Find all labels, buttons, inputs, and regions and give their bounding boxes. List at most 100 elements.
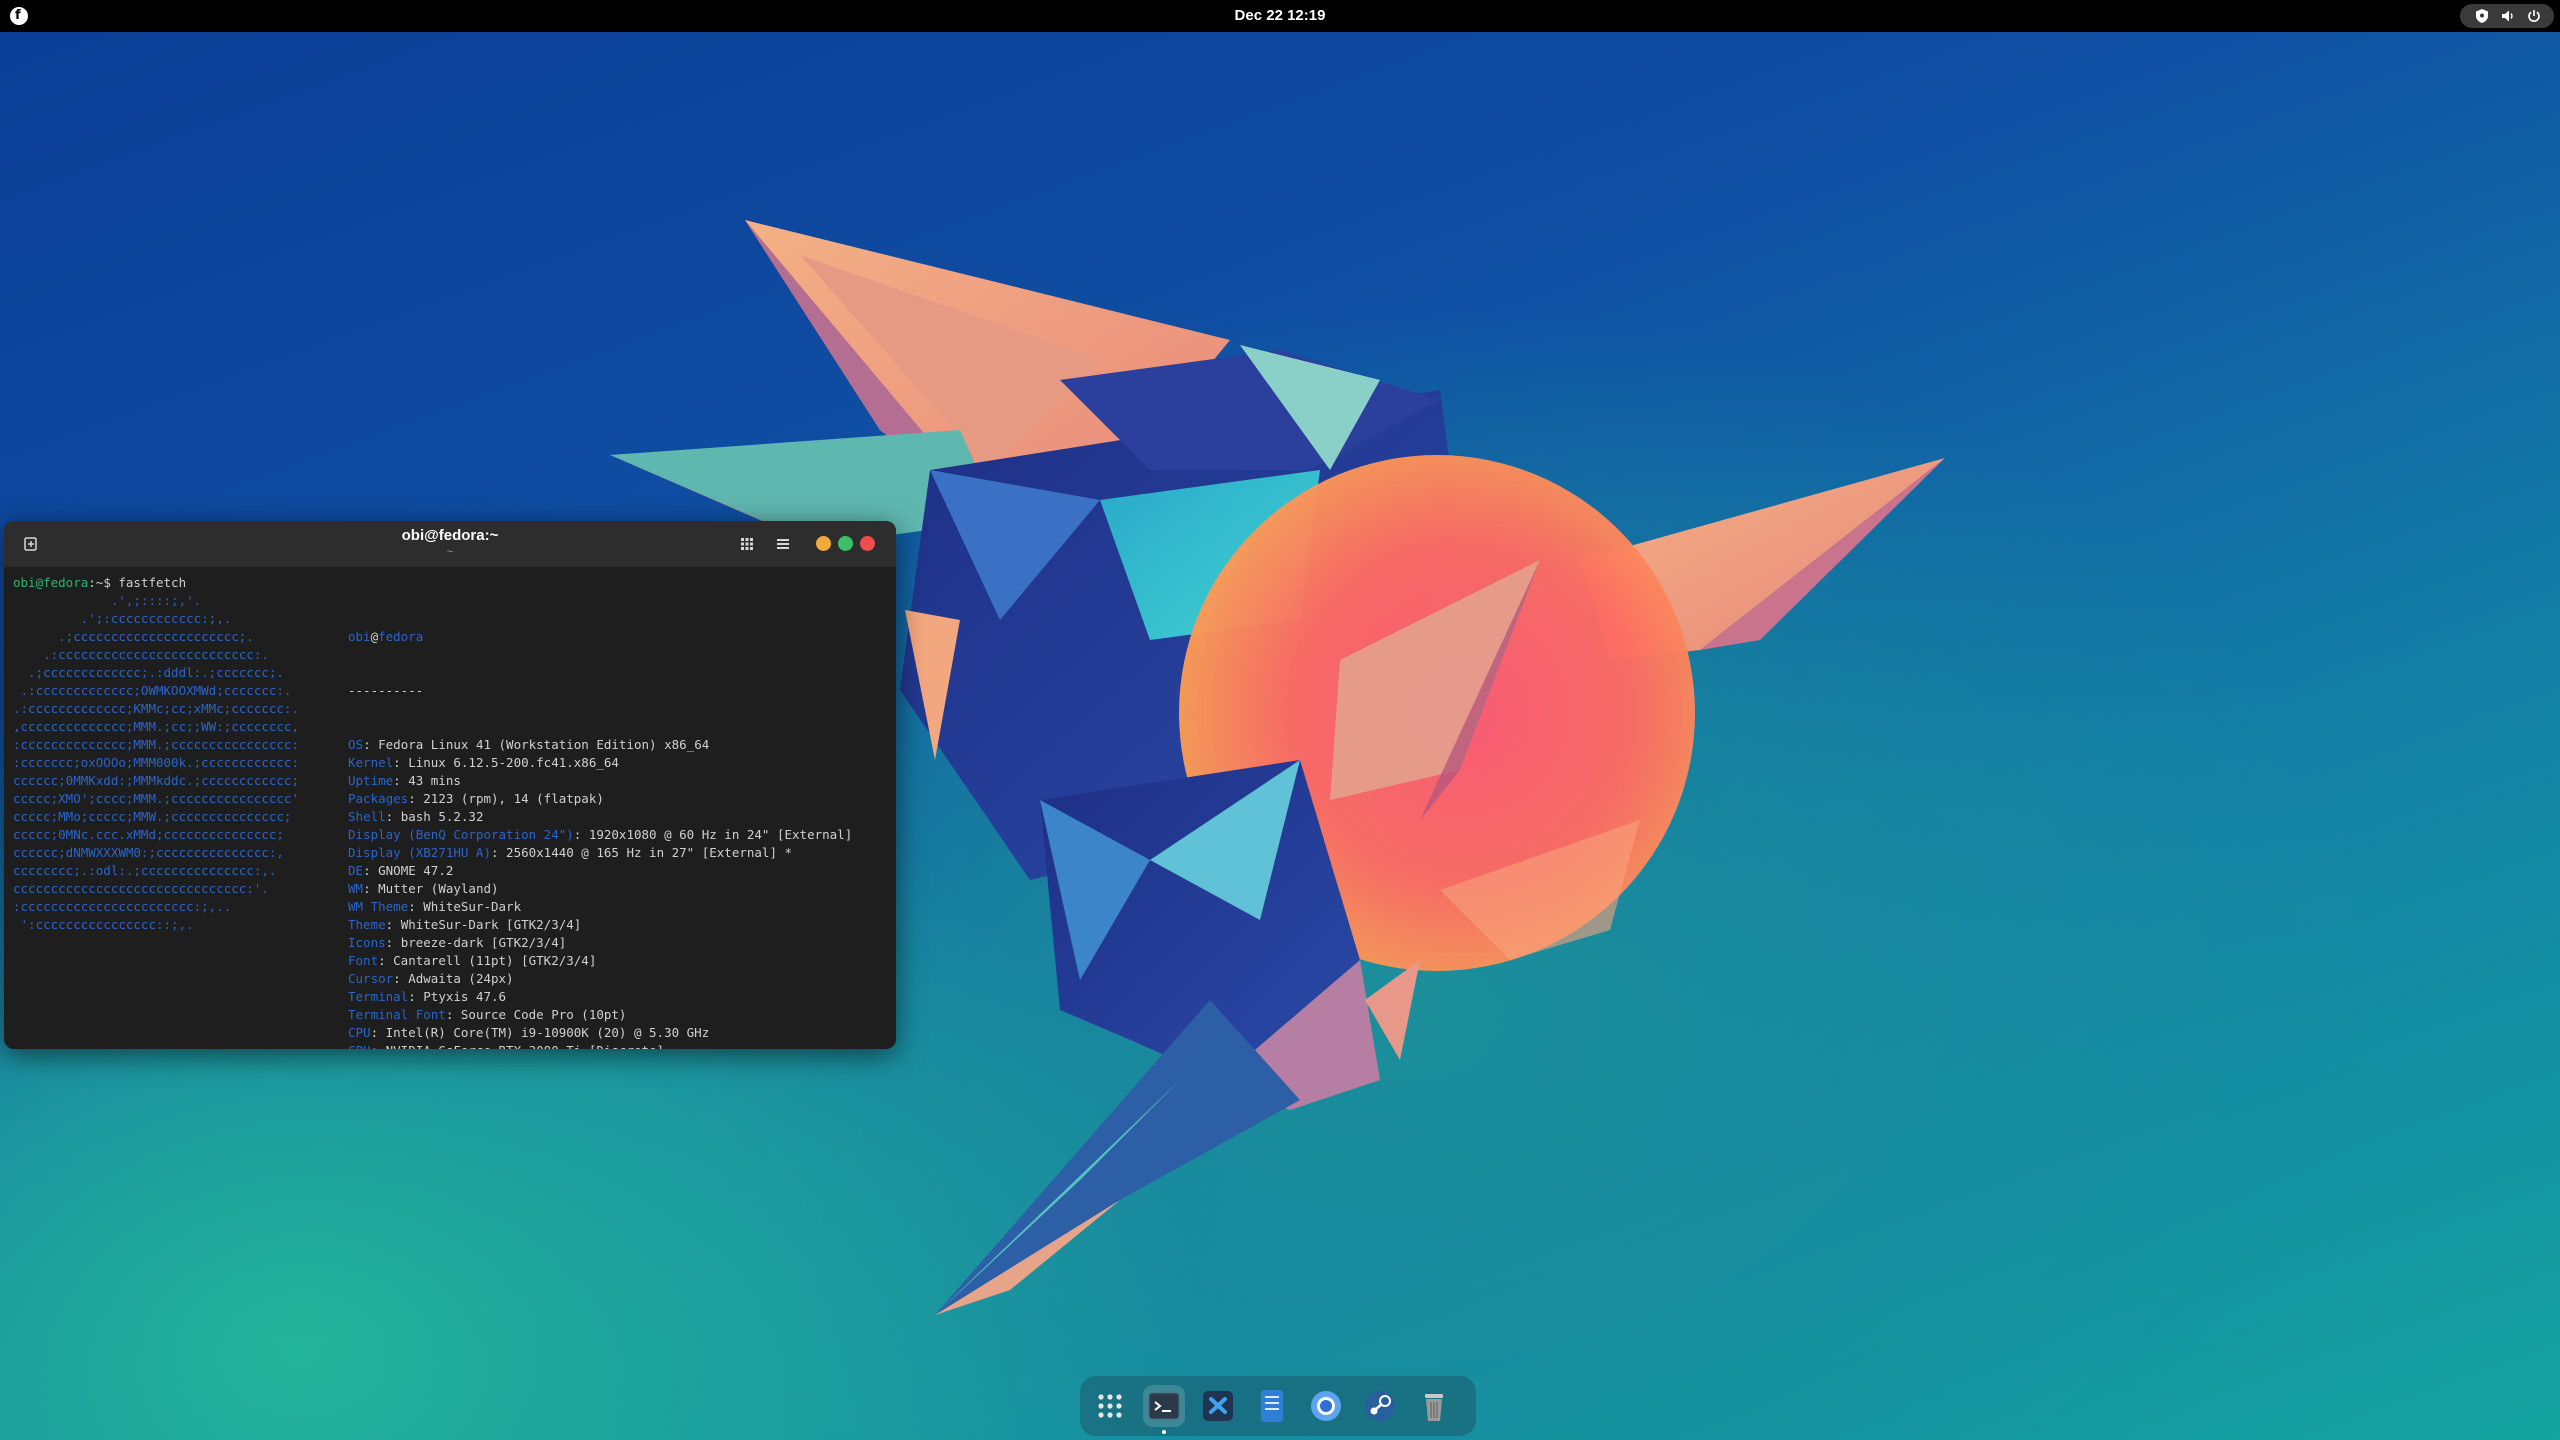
top-bar: f Dec 22 12:19	[0, 0, 2560, 32]
info-row: WM: Mutter (Wayland)	[348, 880, 852, 898]
info-key: WM	[348, 881, 364, 896]
tab-overview-icon[interactable]	[738, 535, 756, 553]
info-host: fedora	[378, 629, 424, 644]
info-row: Theme: WhiteSur-Dark [GTK2/3/4]	[348, 916, 852, 934]
info-key: Packages	[348, 791, 409, 806]
info-value: : Adwaita (24px)	[393, 971, 514, 986]
info-key: Display (XB271HU A)	[348, 845, 491, 860]
logo-line: .:ccccccccccccc;OWMKOOXMWd;ccccccc:.	[13, 683, 292, 698]
minimize-button[interactable]	[816, 536, 831, 551]
info-row: Packages: 2123 (rpm), 14 (flatpak)	[348, 790, 852, 808]
logo-line: ,cccccccccccccc;MMM.;cc;;WW:;cccccccc,	[13, 719, 299, 734]
terminal-window[interactable]: obi@fedora:~ ~ obi@fedora:~$ fastfetch .…	[4, 521, 896, 1049]
files-icon[interactable]	[1251, 1385, 1293, 1427]
logo-line: ccccc;0MNc.ccc.xMMd;ccccccccccccccc;	[13, 827, 284, 842]
info-row: Display (BenQ Corporation 24"): 1920x108…	[348, 826, 852, 844]
info-key: DE	[348, 863, 364, 878]
command-text: fastfetch	[118, 575, 187, 590]
info-key: Terminal	[348, 989, 409, 1004]
trash-icon[interactable]	[1413, 1385, 1455, 1427]
info-key: CPU	[348, 1025, 371, 1040]
volume-icon	[2500, 8, 2516, 24]
info-value: : 2123 (rpm), 14 (flatpak)	[408, 791, 604, 806]
system-info: obi@fedora ---------- OS: Fedora Linux 4…	[348, 592, 852, 1049]
logo-line: .;cccccccccccccccccccccc;.	[13, 629, 254, 644]
window-subtitle: ~	[446, 546, 454, 558]
info-value: : breeze-dark [GTK2/3/4]	[385, 935, 567, 950]
info-value: : Mutter (Wayland)	[363, 881, 499, 896]
logo-line: :ccccccccccccccccccccccc:;,..	[13, 899, 232, 914]
logo-line: ccccc;MMo;ccccc;MMW.;ccccccccccccccc;	[13, 809, 292, 824]
logo-line: cccccc;dNMWXXXWM0:;ccccccccccccccc:,	[13, 845, 284, 860]
info-key: Icons	[348, 935, 386, 950]
shield-icon	[2474, 8, 2490, 24]
info-value: : Intel(R) Core(TM) i9-10900K (20) @ 5.3…	[370, 1025, 710, 1040]
info-row: Display (XB271HU A): 2560x1440 @ 165 Hz …	[348, 844, 852, 862]
info-key: WM Theme	[348, 899, 409, 914]
info-row: Uptime: 43 mins	[348, 772, 852, 790]
info-key: Terminal Font	[348, 1007, 446, 1022]
terminal-headerbar[interactable]: obi@fedora:~ ~	[4, 521, 896, 567]
clock-datetime[interactable]: Dec 22 12:19	[1235, 7, 1326, 24]
info-key: Shell	[348, 809, 386, 824]
info-separator: ----------	[348, 683, 424, 698]
info-key: Display (BenQ Corporation 24")	[348, 827, 574, 842]
info-value: : WhiteSur-Dark [GTK2/3/4]	[385, 917, 582, 932]
fedora-ascii-logo: .',;::::;,'. .';:cccccccccccc:;,. .;cccc…	[13, 592, 299, 934]
info-row: WM Theme: WhiteSur-Dark	[348, 898, 852, 916]
info-row: Cursor: Adwaita (24px)	[348, 970, 852, 988]
chromium-icon[interactable]	[1305, 1385, 1347, 1427]
logo-line: :cccccccccccccc;MMM.;cccccccccccccccc:	[13, 737, 299, 752]
logo-line: cccccccc;.:odl:.;ccccccccccccccc:,.	[13, 863, 277, 878]
info-value: : Ptyxis 47.6	[408, 989, 507, 1004]
info-value: : Fedora Linux 41 (Workstation Edition) …	[363, 737, 710, 752]
info-key: Theme	[348, 917, 386, 932]
info-value: : 43 mins	[393, 773, 461, 788]
info-row: Icons: breeze-dark [GTK2/3/4]	[348, 934, 852, 952]
hamburger-menu-icon[interactable]	[774, 535, 792, 553]
window-title: obi@fedora:~	[401, 527, 499, 544]
info-key: GPU	[348, 1043, 371, 1049]
fedora-logo-icon[interactable]: f	[10, 7, 28, 25]
prompt-user: obi@fedora	[13, 575, 89, 590]
info-at: @	[370, 629, 379, 644]
info-row: Kernel: Linux 6.12.5-200.fc41.x86_64	[348, 754, 852, 772]
logo-line: .:cccccccccccccccccccccccccc:.	[13, 647, 269, 662]
info-row: GPU: NVIDIA GeForce RTX 3080 Ti [Discret…	[348, 1042, 852, 1049]
vscode-icon[interactable]	[1197, 1385, 1239, 1427]
info-value: : WhiteSur-Dark	[408, 899, 522, 914]
prompt-line: obi@fedora:~$ fastfetch	[13, 574, 186, 592]
info-row: CPU: Intel(R) Core(TM) i9-10900K (20) @ …	[348, 1024, 852, 1042]
info-row: DE: GNOME 47.2	[348, 862, 852, 880]
steam-icon[interactable]	[1359, 1385, 1401, 1427]
logo-line: .';:cccccccccccc:;,.	[13, 611, 232, 626]
terminal-icon[interactable]	[1143, 1385, 1185, 1434]
info-value: : Linux 6.12.5-200.fc41.x86_64	[393, 755, 619, 770]
prompt-rest: :~$	[88, 575, 119, 590]
info-key: Font	[348, 953, 379, 968]
info-key: OS	[348, 737, 364, 752]
logo-line: ':cccccccccccccccc::;,.	[13, 917, 194, 932]
info-row: OS: Fedora Linux 41 (Workstation Edition…	[348, 736, 852, 754]
info-key: Uptime	[348, 773, 394, 788]
system-tray[interactable]	[2460, 4, 2554, 28]
info-row: Font: Cantarell (11pt) [GTK2/3/4]	[348, 952, 852, 970]
dock	[1080, 1376, 1476, 1436]
close-button[interactable]	[860, 536, 875, 551]
app-grid-icon[interactable]	[1089, 1385, 1131, 1427]
info-user: obi	[348, 629, 371, 644]
info-value: : 2560x1440 @ 165 Hz in 27" [External] *	[491, 845, 793, 860]
power-icon	[2526, 8, 2542, 24]
maximize-button[interactable]	[838, 536, 853, 551]
logo-line: .;ccccccccccccc;.:dddl:.;ccccccc;.	[13, 665, 284, 680]
running-indicator	[1162, 1430, 1166, 1434]
logo-line: :ccccccc;oxOOOo;MMM000k.;cccccccccccc:	[13, 755, 299, 770]
logo-line: ccccccccccccccccccccccccccccccc:'.	[13, 881, 269, 896]
info-value: : Cantarell (11pt) [GTK2/3/4]	[378, 953, 597, 968]
info-value: : bash 5.2.32	[385, 809, 484, 824]
info-value: : GNOME 47.2	[363, 863, 454, 878]
logo-line: cccccc;0MMKxdd:;MMMkddc.;cccccccccccc;	[13, 773, 299, 788]
info-value: : NVIDIA GeForce RTX 3080 Ti [Discrete]	[371, 1043, 665, 1049]
info-row: Shell: bash 5.2.32	[348, 808, 852, 826]
terminal-output[interactable]: obi@fedora:~$ fastfetch .',;::::;,'. .';…	[4, 567, 896, 1049]
